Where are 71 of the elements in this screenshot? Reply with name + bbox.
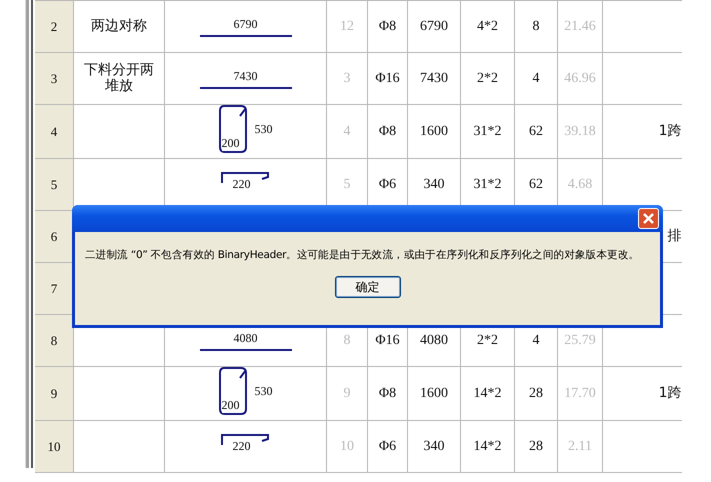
dimension-label: 220 [232,177,250,192]
row-number: 10 [48,438,60,454]
table-cell-text: 6790 [420,18,448,34]
table-cell-text: 14*2 [474,386,502,400]
table-cell-text: 14*2 [474,438,502,454]
table-cell-text: 排 [668,228,682,245]
close-icon [642,212,655,225]
table-cell-text: 17.70 [564,386,596,400]
table-cell-text: 4*2 [477,18,498,34]
table-cell-text: 3 [344,70,350,86]
dimension-label: 200 [222,398,240,413]
table-cell-text: 340 [424,176,444,192]
table-cell-text: 4 [532,332,540,348]
table-cell-text: 4.68 [568,176,592,192]
dimension-label: 7430 [234,68,258,84]
table-cell-text: 12 [340,18,354,34]
table-cell-text: 4 [344,124,350,138]
table-cell-text: 10 [340,438,354,454]
table-cell-text: Φ8 [378,18,396,34]
row-number: 6 [50,228,58,244]
table-cell-text: 46.96 [564,70,596,86]
dimension-label: 530 [254,384,272,398]
table-cell-text: 2*2 [477,332,498,348]
table-cell-text: 31*2 [474,176,502,192]
row-number: 5 [50,176,58,192]
table-cell-text: 4080 [420,332,448,348]
row-number: 9 [50,386,58,400]
ok-button[interactable]: 确定 [334,276,400,298]
table-cell-text: 1跨 [658,123,682,140]
table-cell-text: 39.18 [564,124,596,138]
table-cell-text: 28 [529,438,543,454]
table-cell-text: 8 [344,332,350,348]
error-message: 二进制流 “0” 不包含有效的 BinaryHeader。这可能是由于无效流，或由于在序列化和反序列化之间的对象版本更改。 [85,248,640,262]
stirrup-drawing [218,105,246,153]
table-cell-text: Φ8 [378,386,396,400]
table-cell-text: 两边对称 [91,18,147,35]
dimension-label: 530 [254,122,272,136]
table-cell-text: Φ6 [378,438,396,454]
table-cell-text: 21.46 [564,18,596,34]
row-number: 4 [50,124,58,138]
table-cell-text: 9 [344,386,350,400]
row-number: 8 [50,332,58,348]
table-cell-text: 8 [532,18,540,34]
table-cell-text: 2.11 [568,438,592,454]
row-number: 7 [50,280,58,296]
table-cell-text: 5 [344,176,350,192]
stirrup-drawing [218,367,246,415]
close-button[interactable] [638,208,659,229]
table-cell-text: 340 [424,438,444,454]
table-cell-text: 1600 [420,386,448,400]
table-cell-text: 62 [529,124,543,138]
dimension-label: 6790 [234,16,258,32]
table-cell-text: 2*2 [477,70,498,86]
table-cell-text: 28 [529,386,543,400]
table-cell-text: Φ8 [378,124,396,138]
dimension-label: 200 [222,136,240,151]
row-number: 2 [50,18,58,34]
table-cell-text: 1跨 [658,385,682,402]
table-cell-text: 25.79 [564,332,596,348]
dimension-label: 220 [232,439,250,454]
table-cell-text: 下料分开两堆放 [83,62,155,96]
table-cell-text: Φ16 [375,332,400,348]
table-cell-text: Φ6 [378,176,396,192]
table-cell-text: 1600 [420,124,448,138]
table-cell-text: 4 [532,70,540,86]
table-cell-text: 7430 [420,70,448,86]
row-number: 3 [50,70,58,86]
table-cell-text: 62 [529,176,543,192]
dimension-label: 4080 [234,330,258,346]
table-cell-text: 31*2 [474,124,502,138]
table-cell-text: Φ16 [375,70,400,86]
